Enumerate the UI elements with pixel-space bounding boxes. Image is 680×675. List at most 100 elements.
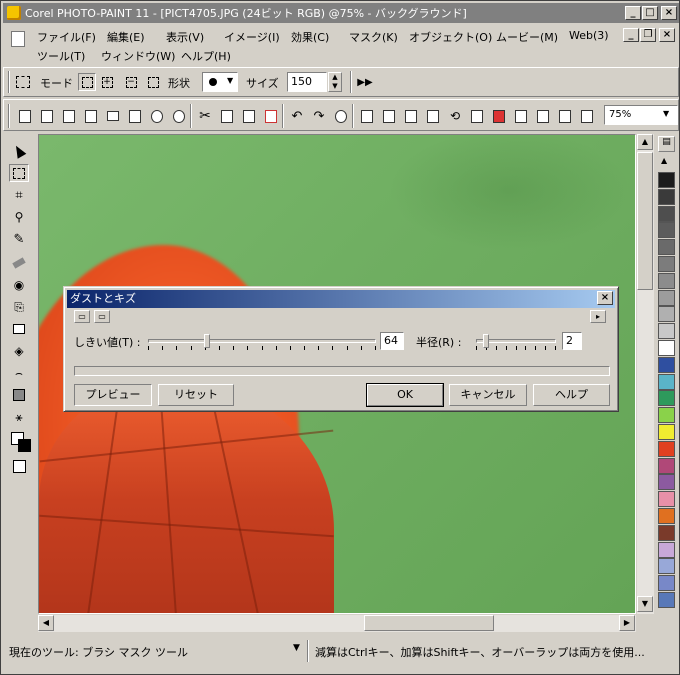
- paste-special-icon[interactable]: [240, 107, 258, 125]
- scroll-right-arrow-icon[interactable]: ▶: [619, 615, 635, 631]
- menu-window[interactable]: ウィンドウ(W): [101, 48, 175, 64]
- new-from-icon[interactable]: [60, 107, 78, 125]
- menu-effects[interactable]: 効果(C): [291, 29, 329, 45]
- scroll-down-arrow-icon[interactable]: ▼: [637, 596, 653, 612]
- horizontal-scrollbar[interactable]: ◀ ▶: [38, 615, 636, 632]
- menu-tools[interactable]: ツール(T): [37, 48, 85, 64]
- palette-swatch[interactable]: [658, 558, 675, 575]
- fill-tool-icon[interactable]: ◈: [9, 342, 29, 360]
- palette-swatch[interactable]: [658, 474, 675, 491]
- cancel-button[interactable]: キャンセル: [449, 384, 527, 406]
- mode-overlap-icon[interactable]: [144, 73, 162, 91]
- menu-object[interactable]: オブジェクト(O): [409, 29, 492, 45]
- palette-swatch[interactable]: [658, 440, 675, 457]
- rotate-icon[interactable]: ⟲: [446, 107, 464, 125]
- palette-swatch[interactable]: [658, 289, 675, 306]
- web-icon[interactable]: [534, 107, 552, 125]
- horizontal-scroll-thumb[interactable]: [364, 615, 494, 631]
- channel-icon[interactable]: [512, 107, 530, 125]
- double-chevron-right-icon[interactable]: ▶▶: [356, 73, 374, 91]
- preview-mode-one-icon[interactable]: ▭: [74, 310, 90, 323]
- fill-color-swatch[interactable]: [13, 460, 26, 473]
- palette-swatch[interactable]: [658, 407, 675, 424]
- export-icon[interactable]: [170, 107, 188, 125]
- palette-swatch[interactable]: [658, 222, 675, 239]
- pick-tool-icon[interactable]: [9, 142, 29, 160]
- minimize-button[interactable]: _: [625, 6, 641, 20]
- print-icon[interactable]: [104, 107, 122, 125]
- new-file-icon[interactable]: [16, 107, 34, 125]
- effect-tool-icon[interactable]: [9, 386, 29, 404]
- eraser-tool-icon[interactable]: [9, 254, 29, 272]
- palette-menu-icon[interactable]: ▤: [658, 136, 675, 152]
- palette-swatch[interactable]: [658, 205, 675, 222]
- clip-icon[interactable]: [402, 107, 420, 125]
- paste-icon[interactable]: [126, 107, 144, 125]
- red-eye-tool-icon[interactable]: ◉: [9, 276, 29, 294]
- screen-icon[interactable]: [578, 107, 596, 125]
- menu-movie[interactable]: ムービー(M): [496, 29, 558, 45]
- document-icon[interactable]: [11, 31, 25, 47]
- close-button[interactable]: ×: [661, 6, 677, 20]
- mode-add-icon[interactable]: +: [98, 73, 116, 91]
- palette-swatch[interactable]: [658, 491, 675, 508]
- palette-swatch[interactable]: [658, 524, 675, 541]
- palette-swatch[interactable]: [658, 575, 675, 592]
- reset-button[interactable]: リセット: [158, 384, 234, 406]
- menu-view[interactable]: 表示(V): [166, 29, 204, 45]
- radius-slider[interactable]: [476, 331, 556, 351]
- doc-close-button[interactable]: ×: [659, 28, 675, 42]
- palette-swatch[interactable]: [658, 340, 675, 356]
- delete-icon[interactable]: [262, 107, 280, 125]
- mask-tool-icon[interactable]: [9, 164, 29, 182]
- paint-tool-icon[interactable]: ⌢: [9, 364, 29, 382]
- preview-mode-two-icon[interactable]: ▭: [94, 310, 110, 323]
- size-spinner[interactable]: ▲ ▼: [328, 72, 342, 92]
- doc-minimize-button[interactable]: _: [623, 28, 639, 42]
- undo-icon[interactable]: ↶: [288, 107, 306, 125]
- scroll-up-arrow-icon[interactable]: ▲: [637, 134, 653, 150]
- vertical-scrollbar[interactable]: ▲ ▼: [637, 134, 654, 614]
- palette-swatch[interactable]: [658, 424, 675, 440]
- history-icon[interactable]: [332, 107, 350, 125]
- size-input[interactable]: 150: [287, 72, 327, 92]
- rectangle-tool-icon[interactable]: [9, 320, 29, 338]
- menu-mask[interactable]: マスク(K): [349, 29, 398, 45]
- background-color-swatch[interactable]: [18, 439, 31, 452]
- dialog-close-button[interactable]: ×: [597, 291, 613, 305]
- palette-swatch[interactable]: [658, 356, 675, 373]
- image-sprayer-tool-icon[interactable]: ⚹: [9, 408, 29, 426]
- redo-icon[interactable]: ↷: [310, 107, 328, 125]
- ok-button[interactable]: OK: [366, 383, 444, 407]
- corel-app-icon[interactable]: [7, 6, 21, 20]
- palette-swatch[interactable]: [658, 172, 675, 188]
- palette-swatch[interactable]: [658, 373, 675, 390]
- eyedropper-tool-icon[interactable]: ✎: [9, 230, 29, 248]
- zoom-select[interactable]: 75% ▼: [604, 105, 678, 125]
- palette-swatch[interactable]: [658, 541, 675, 558]
- mode-normal-icon[interactable]: [78, 73, 96, 91]
- import-icon[interactable]: [148, 107, 166, 125]
- open-file-icon[interactable]: [38, 107, 56, 125]
- dialog-expand-icon[interactable]: ▸: [590, 310, 606, 323]
- menu-help[interactable]: ヘルプ(H): [181, 48, 231, 64]
- object-icon[interactable]: [358, 107, 376, 125]
- menu-web[interactable]: Web(3): [569, 29, 609, 42]
- palette-swatch[interactable]: [658, 188, 675, 205]
- maximize-button[interactable]: □: [642, 6, 658, 20]
- palette-swatch[interactable]: [658, 256, 675, 272]
- palette-swatch[interactable]: [658, 592, 675, 608]
- slider-thumb[interactable]: [483, 334, 490, 348]
- palette-swatch[interactable]: [658, 390, 675, 407]
- threshold-slider[interactable]: [148, 331, 376, 351]
- mask-icon[interactable]: [380, 107, 398, 125]
- radius-input[interactable]: 2: [562, 332, 582, 350]
- save-icon[interactable]: [82, 107, 100, 125]
- palette-swatch[interactable]: [658, 508, 675, 524]
- mask-brush-icon[interactable]: [14, 73, 32, 91]
- vertical-scroll-thumb[interactable]: [637, 152, 653, 290]
- palette-swatch[interactable]: [658, 323, 675, 340]
- cut-icon[interactable]: ✂: [196, 107, 214, 125]
- transform-icon[interactable]: [424, 107, 442, 125]
- preview-button[interactable]: プレビュー: [74, 384, 152, 406]
